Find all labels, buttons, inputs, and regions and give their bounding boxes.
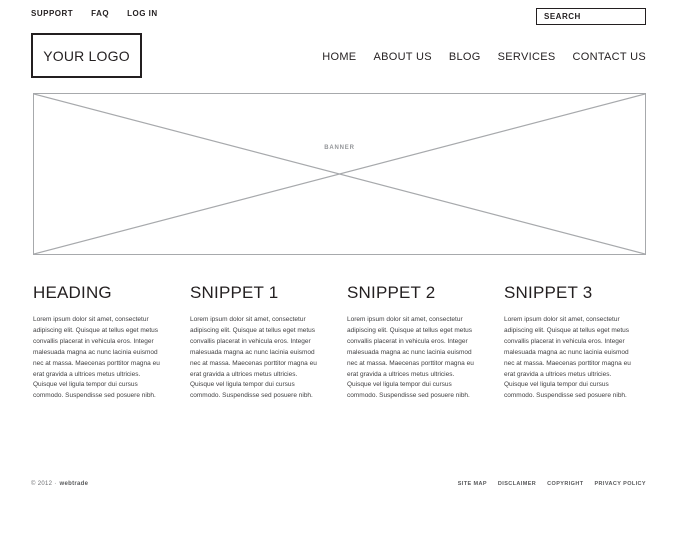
footer-link-copyright[interactable]: COPYRIGHT <box>547 481 583 487</box>
footer-link-privacy-policy[interactable]: PRIVACY POLICY <box>594 481 646 487</box>
footer-copyright: © 2012 · webtrade <box>31 481 88 487</box>
column-title: SNIPPET 1 <box>190 283 279 302</box>
footer-brand: webtrade <box>59 481 89 487</box>
column-title: SNIPPET 3 <box>504 283 593 302</box>
utility-link-faq[interactable]: FAQ <box>91 9 109 18</box>
nav-item-contact-us[interactable]: CONTACT US <box>573 51 647 63</box>
banner-placeholder[interactable]: BANNER <box>33 93 646 255</box>
logo-text: YOUR LOGO <box>43 47 130 64</box>
column-body: Lorem ipsum dolor sit amet, consectetur … <box>347 316 474 400</box>
search-box[interactable] <box>536 8 646 25</box>
content-columns: HEADING Lorem ipsum dolor sit amet, cons… <box>33 283 646 402</box>
column-body: Lorem ipsum dolor sit amet, consectetur … <box>33 316 160 400</box>
banner-cross-icon <box>34 94 645 254</box>
nav-item-about-us[interactable]: ABOUT US <box>373 51 431 63</box>
content-column: SNIPPET 3 Lorem ipsum dolor sit amet, co… <box>504 283 634 402</box>
footer-link-site-map[interactable]: SITE MAP <box>458 481 487 487</box>
logo[interactable]: YOUR LOGO <box>31 33 142 78</box>
footer-copyright-text: © 2012 · <box>31 481 57 487</box>
main-nav: HOME ABOUT US BLOG SERVICES CONTACT US <box>322 51 646 63</box>
nav-item-blog[interactable]: BLOG <box>449 51 481 63</box>
content-column: SNIPPET 2 Lorem ipsum dolor sit amet, co… <box>347 283 477 402</box>
footer-links: SITE MAP DISCLAIMER COPYRIGHT PRIVACY PO… <box>458 481 646 487</box>
utility-link-support[interactable]: SUPPORT <box>31 9 73 18</box>
utility-nav: SUPPORT FAQ LOG IN <box>31 9 158 18</box>
footer-link-disclaimer[interactable]: DISCLAIMER <box>498 481 536 487</box>
column-body: Lorem ipsum dolor sit amet, consectetur … <box>504 316 631 400</box>
search-input[interactable] <box>537 9 645 24</box>
column-body: Lorem ipsum dolor sit amet, consectetur … <box>190 316 317 400</box>
column-title: SNIPPET 2 <box>347 283 436 302</box>
nav-item-services[interactable]: SERVICES <box>498 51 556 63</box>
nav-item-home[interactable]: HOME <box>322 51 356 63</box>
utility-link-login[interactable]: LOG IN <box>127 9 158 18</box>
content-column: HEADING Lorem ipsum dolor sit amet, cons… <box>33 283 163 402</box>
column-title: HEADING <box>33 283 112 302</box>
content-column: SNIPPET 1 Lorem ipsum dolor sit amet, co… <box>190 283 320 402</box>
